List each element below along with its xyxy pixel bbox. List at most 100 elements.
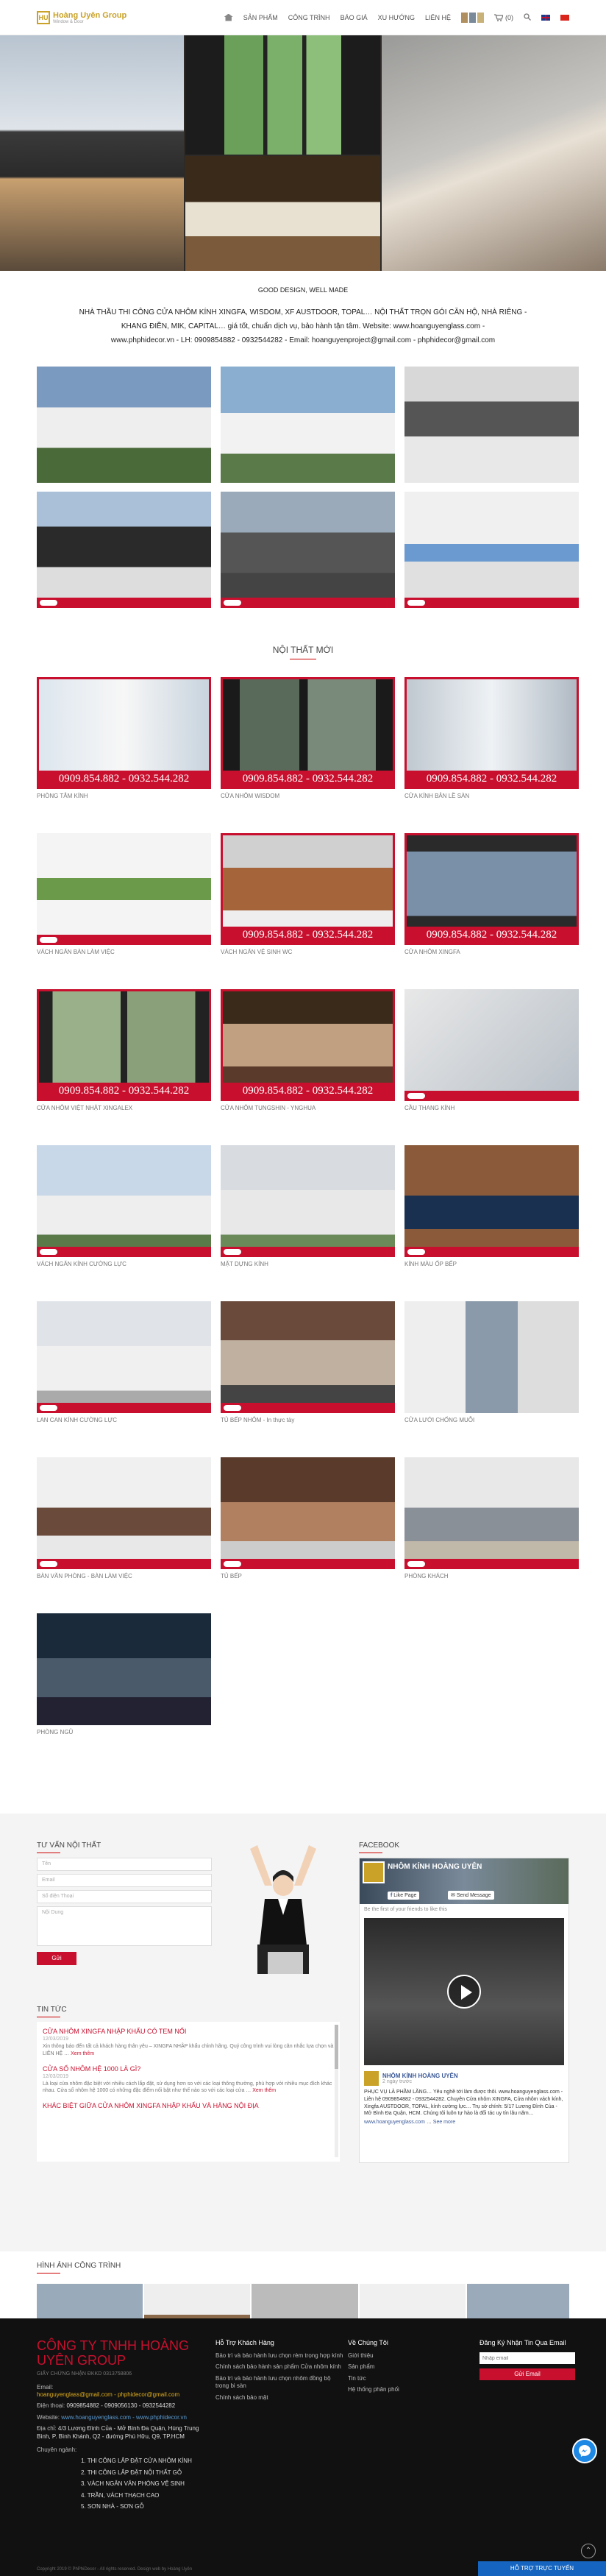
- product-image[interactable]: 0909.854.882 - 0932.544.282: [404, 833, 579, 946]
- product-card[interactable]: BÀN VĂN PHÒNG - BÀN LÀM VIỆC: [37, 1457, 211, 1613]
- product-card[interactable]: CỬA LƯỚI CHỐNG MUỖI: [404, 1301, 579, 1457]
- product-name[interactable]: LAN CAN KÍNH CƯỜNG LỰC: [37, 1417, 211, 1423]
- footer-link[interactable]: Bảo trì và bảo hành lưu chọn rèm trọng h…: [215, 2352, 344, 2360]
- feature-image[interactable]: [404, 492, 579, 609]
- product-name[interactable]: TỦ BẾP: [221, 1573, 395, 1579]
- flag-icon-vn[interactable]: [560, 14, 569, 21]
- hero-banner[interactable]: [0, 35, 606, 271]
- product-name[interactable]: PHÒNG TẮM KÍNH: [37, 793, 211, 799]
- submit-button[interactable]: Gửi: [37, 1952, 76, 1966]
- product-name[interactable]: PHÒNG NGỦ: [37, 1729, 211, 1735]
- nav-item-products[interactable]: SẢN PHẨM: [243, 14, 278, 21]
- product-name[interactable]: CỬA NHÔM VIỆT NHẬT XINGALEX: [37, 1105, 211, 1111]
- product-image[interactable]: 0909.854.882 - 0932.544.282: [221, 989, 395, 1102]
- product-image[interactable]: 0909.854.882 - 0932.544.282: [404, 677, 579, 790]
- product-card[interactable]: PHÒNG NGỦ: [37, 1613, 211, 1769]
- product-card[interactable]: LAN CAN KÍNH CƯỜNG LỰC: [37, 1301, 211, 1457]
- facebook-video[interactable]: [364, 1918, 564, 2066]
- footer-link[interactable]: Hệ thống phân phối: [348, 2386, 458, 2393]
- product-card[interactable]: KÍNH MÀU ỐP BẾP: [404, 1145, 579, 1301]
- product-card[interactable]: VÁCH NGĂN KÍNH CƯỜNG LỰC: [37, 1145, 211, 1301]
- product-image[interactable]: [221, 1457, 395, 1570]
- news-more-link[interactable]: Xem thêm: [71, 2051, 94, 2056]
- feature-image[interactable]: [404, 367, 579, 484]
- product-image[interactable]: [37, 1613, 211, 1726]
- thumbnail[interactable]: [461, 12, 468, 23]
- messenger-icon[interactable]: [572, 2438, 597, 2463]
- thumbnail[interactable]: [469, 12, 476, 23]
- product-image[interactable]: [37, 833, 211, 946]
- news-item-title[interactable]: CỬA NHÔM XINGFA NHẬP KHẨU CÓ TEM NỔI: [43, 2028, 334, 2035]
- product-card[interactable]: MẶT DỰNG KÍNH: [221, 1145, 395, 1301]
- news-item-title[interactable]: KHÁC BIỆT GIỮA CỬA NHÔM XINGFA NHẬP KHẨU…: [43, 2102, 334, 2109]
- product-name[interactable]: VÁCH NGĂN KÍNH CƯỜNG LỰC: [37, 1261, 211, 1267]
- play-icon[interactable]: [447, 1975, 481, 2009]
- product-image[interactable]: [221, 1301, 395, 1414]
- footer-link[interactable]: Giới thiệu: [348, 2352, 458, 2360]
- product-card[interactable]: CẦU THANG KÍNH: [404, 989, 579, 1145]
- name-field[interactable]: Tên: [37, 1858, 212, 1872]
- product-card[interactable]: 0909.854.882 - 0932.544.282 CỬA NHÔM XING…: [404, 833, 579, 989]
- product-image[interactable]: [37, 1457, 211, 1570]
- feature-image[interactable]: [37, 492, 211, 609]
- product-card[interactable]: TỦ BẾP NHÔM - In thực tày: [221, 1301, 395, 1457]
- scroll-top-icon[interactable]: ⌃: [581, 2544, 596, 2558]
- cart-icon[interactable]: (0): [494, 14, 513, 21]
- product-card[interactable]: 0909.854.882 - 0932.544.282 CỬA KÍNH BẢN …: [404, 677, 579, 833]
- flag-icon-uk[interactable]: [541, 14, 550, 21]
- product-image[interactable]: 0909.854.882 - 0932.544.282: [221, 833, 395, 946]
- product-card[interactable]: 0909.854.882 - 0932.544.282 CỬA NHÔM WISD…: [221, 677, 395, 833]
- nav-item-projects[interactable]: CÔNG TRÌNH: [288, 14, 330, 21]
- product-name[interactable]: KÍNH MÀU ỐP BẾP: [404, 1261, 579, 1267]
- search-icon[interactable]: [524, 13, 531, 22]
- product-name[interactable]: MẶT DỰNG KÍNH: [221, 1261, 395, 1267]
- product-image[interactable]: [404, 1457, 579, 1570]
- product-name[interactable]: CỬA NHÔM WISDOM: [221, 793, 395, 799]
- home-icon[interactable]: [224, 13, 233, 21]
- nav-item-contact[interactable]: LIÊN HỆ: [425, 14, 451, 21]
- see-more-link[interactable]: See more: [433, 2120, 455, 2125]
- footer-web[interactable]: www.hoanguyenglass.com - www.phphidecor.…: [61, 2414, 187, 2421]
- feature-image[interactable]: [221, 367, 395, 484]
- email-field[interactable]: Email: [37, 1874, 212, 1888]
- product-card[interactable]: 0909.854.882 - 0932.544.282 CỬA NHÔM TUNG…: [221, 989, 395, 1145]
- feature-image[interactable]: [37, 367, 211, 484]
- nav-item-trends[interactable]: XU HƯỚNG: [378, 14, 415, 21]
- product-image[interactable]: [404, 1301, 579, 1414]
- product-image[interactable]: [37, 1145, 211, 1258]
- footer-phone[interactable]: 0909854882 - 0909056130 - 0932544282: [66, 2402, 175, 2409]
- product-name[interactable]: CỬA LƯỚI CHỐNG MUỖI: [404, 1417, 579, 1423]
- product-name[interactable]: PHÒNG KHÁCH: [404, 1573, 579, 1579]
- news-item-title[interactable]: CỬA SỔ NHÔM HỆ 1000 LÀ GÌ?: [43, 2065, 334, 2073]
- news-more-link[interactable]: Xem thêm: [252, 2088, 276, 2093]
- post-link[interactable]: www.hoanguyenglass.com: [364, 2120, 425, 2125]
- feature-image[interactable]: [221, 492, 395, 609]
- scrollbar[interactable]: [335, 2025, 338, 2158]
- newsletter-button[interactable]: Gửi Email: [480, 2368, 575, 2380]
- newsletter-input[interactable]: [480, 2352, 575, 2364]
- product-image[interactable]: [404, 1145, 579, 1258]
- product-image[interactable]: [404, 989, 579, 1102]
- product-card[interactable]: PHÒNG KHÁCH: [404, 1457, 579, 1613]
- nav-item-quotes[interactable]: BÁO GIÁ: [341, 14, 368, 21]
- footer-link[interactable]: Bảo trì và bảo hành lưu chọn nhôm đồng b…: [215, 2375, 344, 2391]
- product-card[interactable]: VÁCH NGĂN BÀN LÀM VIỆC: [37, 833, 211, 989]
- product-name[interactable]: CỬA KÍNH BẢN LỀ SÀN: [404, 793, 579, 799]
- product-card[interactable]: 0909.854.882 - 0932.544.282 PHÒNG TẮM KÍN…: [37, 677, 211, 833]
- product-image[interactable]: 0909.854.882 - 0932.544.282: [221, 677, 395, 790]
- product-name[interactable]: CẦU THANG KÍNH: [404, 1105, 579, 1111]
- thumbnail[interactable]: [477, 12, 484, 23]
- product-card[interactable]: TỦ BẾP: [221, 1457, 395, 1613]
- send-message-button[interactable]: ✉ Send Message: [448, 1891, 494, 1900]
- product-image[interactable]: [221, 1145, 395, 1258]
- message-field[interactable]: Nội Dung: [37, 1906, 212, 1947]
- online-support-button[interactable]: HỖ TRỢ TRỰC TUYẾN: [478, 2561, 606, 2576]
- footer-email[interactable]: hoanguyenglass@gmail.com - phphidecor@gm…: [37, 2391, 179, 2398]
- footer-link[interactable]: Tin tức: [348, 2375, 458, 2382]
- facebook-page-name[interactable]: NHÔM KÍNH HOÀNG UYÊN: [388, 1863, 482, 1871]
- product-name[interactable]: VÁCH NGĂN BÀN LÀM VIỆC: [37, 949, 211, 955]
- footer-link[interactable]: Chính sách bảo mật: [215, 2394, 344, 2402]
- footer-link[interactable]: Chính sách bảo hành sản phẩm Cửa nhôm kí…: [215, 2363, 344, 2371]
- product-card[interactable]: 0909.854.882 - 0932.544.282 CỬA NHÔM VIỆT…: [37, 989, 211, 1145]
- logo[interactable]: HU Hoàng Uyên Group Window & Door: [37, 10, 126, 24]
